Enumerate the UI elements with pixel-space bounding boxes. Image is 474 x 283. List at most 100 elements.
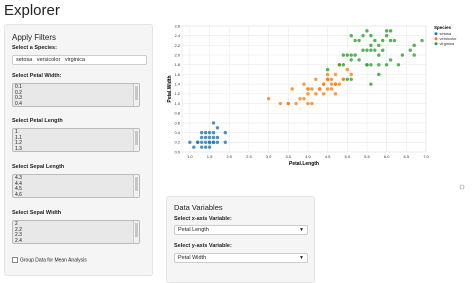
- sepal-width-label: Select Sepal Width: [12, 210, 62, 216]
- data-point-virginica: [373, 48, 377, 52]
- data-point-setosa: [223, 130, 227, 135]
- data-point-versicolor: [314, 92, 318, 96]
- data-point-virginica: [381, 48, 385, 52]
- data-point-versicolor: [345, 67, 349, 72]
- species-select[interactable]: setosa versicolor virginica: [12, 55, 147, 65]
- list-item[interactable]: 2.4: [15, 238, 139, 243]
- data-point-setosa: [211, 121, 216, 125]
- data-point-versicolor: [306, 87, 310, 91]
- y-tick-label: 0.2: [174, 140, 180, 145]
- variables-panel: Data Variables Select x-axis Variable: P…: [166, 196, 315, 283]
- data-point-virginica: [369, 82, 373, 86]
- data-point-setosa: [192, 145, 196, 149]
- data-point-setosa: [199, 145, 204, 149]
- x-tick-label: 5.0: [345, 154, 351, 159]
- data-point-virginica: [381, 38, 385, 43]
- species-chip-virginica[interactable]: virginica: [65, 57, 85, 63]
- data-point-versicolor: [333, 92, 338, 96]
- data-point-virginica: [345, 77, 349, 82]
- data-point-virginica: [377, 53, 381, 57]
- listbox-scrollbar[interactable]: [133, 175, 139, 197]
- legend: Species setosaversicolorvirginica: [434, 25, 457, 46]
- data-point-virginica: [384, 33, 389, 38]
- data-point-versicolor: [333, 72, 338, 77]
- data-point-setosa: [203, 135, 208, 140]
- data-point-versicolor: [329, 87, 334, 91]
- list-item[interactable]: 0.4: [15, 101, 139, 106]
- data-point-versicolor: [266, 96, 271, 101]
- data-point-versicolor: [325, 87, 330, 91]
- data-point-setosa: [211, 135, 216, 140]
- listbox-scrollbar[interactable]: [133, 129, 139, 151]
- y-tick-label: 0.0: [174, 149, 180, 154]
- data-point-setosa: [203, 145, 208, 149]
- sepal-length-listbox[interactable]: 4.3 4.4 4.5 4.6: [12, 174, 140, 198]
- petal-width-label: Select Petal Width:: [12, 73, 62, 79]
- data-point-setosa: [211, 140, 216, 145]
- data-point-virginica: [361, 33, 365, 38]
- species-chip-setosa[interactable]: setosa: [16, 57, 32, 63]
- x-variable-select[interactable]: Petal Length ▼: [174, 225, 308, 235]
- data-point-virginica: [349, 33, 353, 38]
- data-point-setosa: [207, 135, 212, 140]
- data-point-virginica: [396, 63, 401, 67]
- data-point-setosa: [203, 130, 208, 135]
- data-point-versicolor: [321, 82, 326, 86]
- data-point-virginica: [349, 53, 353, 57]
- legend-marker-virginica: [434, 42, 438, 46]
- chevron-down-icon: ▼: [299, 255, 304, 261]
- y-tick-label: 1.2: [174, 91, 180, 96]
- data-point-virginica: [353, 38, 357, 43]
- data-point-versicolor: [310, 101, 314, 106]
- x-axis-label: Petal.Length: [289, 161, 319, 167]
- data-point-virginica: [377, 63, 381, 67]
- data-point-setosa: [207, 145, 212, 149]
- x-variable-value: Petal Length: [178, 227, 209, 233]
- data-point-virginica: [357, 38, 361, 43]
- y-variable-select[interactable]: Petal Width ▼: [174, 253, 308, 263]
- filter-panel: Apply Filters Select a Species: setosa v…: [4, 24, 153, 276]
- data-point-setosa: [207, 140, 212, 145]
- data-point-virginica: [412, 53, 416, 57]
- app-title: Explorer: [4, 2, 60, 19]
- y-tick-label: 2.0: [174, 52, 180, 57]
- data-point-setosa: [196, 140, 200, 145]
- data-point-virginica: [420, 38, 424, 43]
- x-tick-label: 4.0: [305, 154, 311, 159]
- data-point-virginica: [369, 43, 373, 48]
- y-tick-label: 0.4: [174, 130, 180, 135]
- data-point-versicolor: [290, 87, 294, 91]
- data-point-virginica: [357, 58, 361, 62]
- data-point-setosa: [207, 130, 212, 135]
- list-item[interactable]: 4.6: [15, 192, 139, 197]
- data-point-versicolor: [302, 82, 306, 86]
- listbox-scrollbar[interactable]: [133, 84, 139, 106]
- petal-length-listbox[interactable]: 1 1.1 1.2 1.3: [12, 128, 140, 152]
- data-point-virginica: [377, 72, 381, 77]
- y-tick-label: 1.8: [174, 62, 180, 67]
- data-point-versicolor: [318, 87, 322, 91]
- chevron-down-icon: ▼: [299, 227, 304, 233]
- plot-grid: [181, 25, 427, 153]
- legend-marker-setosa: [434, 32, 438, 36]
- listbox-scrollbar[interactable]: [133, 221, 139, 243]
- data-point-virginica: [369, 48, 373, 52]
- y-tick-label: 0.8: [174, 111, 180, 116]
- data-point-virginica: [384, 63, 389, 67]
- petal-width-listbox[interactable]: 0.1 0.2 0.3 0.4: [12, 83, 140, 107]
- data-point-versicolor: [333, 82, 338, 86]
- checkbox-box[interactable]: [12, 257, 18, 263]
- data-point-versicolor: [329, 82, 334, 86]
- sepal-width-listbox[interactable]: 2 2.2 2.3 2.4: [12, 220, 140, 244]
- data-point-virginica: [345, 53, 349, 57]
- y-variable-label: Select y-axis Variable:: [174, 243, 232, 249]
- data-point-versicolor: [321, 92, 326, 96]
- list-item[interactable]: 1.3: [15, 146, 139, 151]
- x-tick-label: 6.0: [384, 154, 390, 159]
- group-data-checkbox[interactable]: Group Data for Mean Analysis: [12, 257, 87, 263]
- data-point-setosa: [199, 135, 204, 140]
- data-point-virginica: [365, 63, 369, 67]
- x-tick-label: 3.0: [266, 154, 272, 159]
- data-point-versicolor: [341, 77, 346, 82]
- species-chip-versicolor[interactable]: versicolor: [37, 57, 61, 63]
